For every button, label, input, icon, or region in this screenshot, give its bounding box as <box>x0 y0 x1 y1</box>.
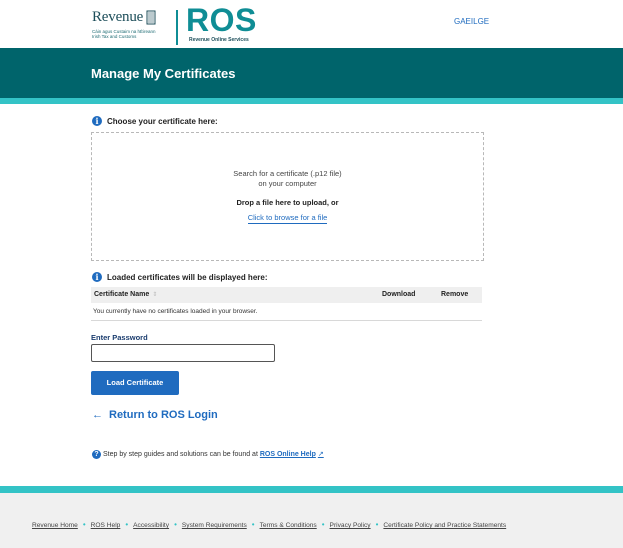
ros-logo[interactable]: ROS <box>186 4 257 36</box>
certificates-table: Certificate Name ⇕ Download Remove You cu… <box>91 287 482 321</box>
table-row: You currently have no certificates loade… <box>91 303 482 321</box>
loaded-heading: Loaded certificates will be displayed he… <box>107 273 268 282</box>
return-to-login-link[interactable]: ← Return to ROS Login <box>92 409 218 421</box>
page-title: Manage My Certificates <box>91 66 236 81</box>
footer-separator: • <box>125 520 129 529</box>
site-footer: Revenue Home • ROS Help • Accessibility • Syst… <box>0 493 623 548</box>
ros-logo-subtitle: Revenue Online Services <box>189 37 249 43</box>
footer-link-certificate-policy[interactable]: Certificate Policy and Practice Statemen… <box>383 522 506 529</box>
dropzone-instruction-line1: Search for a certificate (.p12 file) <box>233 169 342 178</box>
password-label: Enter Password <box>91 333 148 342</box>
footer-link-ros-help[interactable]: ROS Help <box>91 522 121 529</box>
help-message: Step by step guides and solutions can be… <box>103 450 324 458</box>
footer-link-system-requirements[interactable]: System Requirements <box>182 522 247 529</box>
upload-heading: Choose your certificate here: <box>107 117 218 126</box>
footer-link-revenue-home[interactable]: Revenue Home <box>32 522 78 529</box>
info-icon: i <box>92 272 102 282</box>
footer-separator: • <box>251 520 255 529</box>
help-message-text: Step by step guides and solutions can be… <box>103 451 258 458</box>
footer-link-terms[interactable]: Terms & Conditions <box>260 522 317 529</box>
arrow-left-icon: ← <box>92 409 103 421</box>
site-header: Revenue Cáin agus Custaim na hÉireann Ir… <box>0 0 623 48</box>
help-question-icon: ? <box>92 450 101 459</box>
footer-link-accessibility[interactable]: Accessibility <box>133 522 169 529</box>
logo-divider <box>176 10 178 45</box>
footer-stripe <box>0 486 623 493</box>
revenue-logo-english: Irish Tax and Customs <box>92 34 137 39</box>
footer-link-privacy-policy[interactable]: Privacy Policy <box>330 522 371 529</box>
banner-stripe <box>0 98 623 104</box>
browse-file-link[interactable]: Click to browse for a file <box>247 213 328 224</box>
footer-separator: • <box>321 520 325 529</box>
dropzone-instruction-line2: on your computer <box>258 179 317 188</box>
footer-separator: • <box>174 520 177 529</box>
harp-icon <box>146 10 156 25</box>
column-header-label: Certificate Name <box>94 291 150 298</box>
load-certificate-button[interactable]: Load Certificate <box>91 371 179 395</box>
empty-table-message: You currently have no certificates loade… <box>93 308 258 315</box>
revenue-logo[interactable]: Revenue Cáin agus Custaim na hÉireann Ir… <box>92 9 164 43</box>
dropzone-drop-text: Drop a file here to upload, or <box>236 198 339 207</box>
file-drop-zone[interactable]: Search for a certificate (.p12 file) on … <box>91 132 484 261</box>
help-link-label: ROS Online Help <box>259 451 316 458</box>
external-link-icon: ↗ <box>317 451 324 458</box>
language-toggle-link[interactable]: GAEILGE <box>454 17 489 26</box>
column-header-remove: Remove <box>441 291 469 298</box>
footer-links: Revenue Home • ROS Help • Accessibility • Syst… <box>32 520 506 529</box>
footer-separator: • <box>82 520 86 529</box>
revenue-logo-text: Revenue <box>92 9 144 25</box>
sort-icon[interactable]: ⇕ <box>152 292 157 298</box>
info-icon: i <box>92 116 102 126</box>
return-link-label: Return to ROS Login <box>109 409 218 421</box>
column-header-certificate-name[interactable]: Certificate Name ⇕ <box>94 291 157 298</box>
table-header-row: Certificate Name ⇕ Download Remove <box>91 287 482 303</box>
ros-online-help-link[interactable]: ROS Online Help ↗ <box>260 451 324 458</box>
footer-separator: • <box>375 520 379 529</box>
password-input[interactable] <box>91 344 275 362</box>
column-header-download: Download <box>382 291 416 298</box>
